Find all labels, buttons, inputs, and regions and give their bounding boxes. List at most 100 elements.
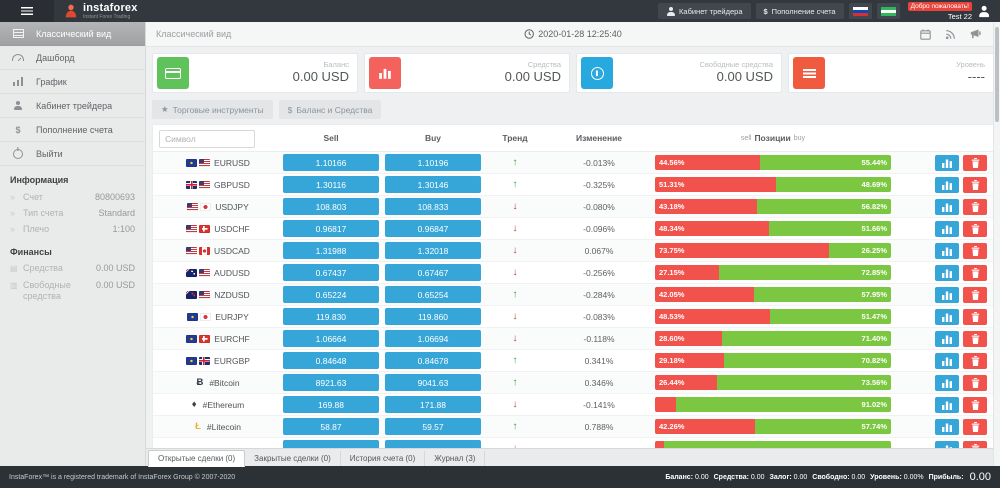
buy-price-button[interactable]: 108.833: [385, 198, 481, 215]
positions-bar: 91.02%: [655, 397, 891, 412]
remove-symbol-button[interactable]: [963, 441, 987, 449]
open-chart-button[interactable]: [935, 287, 959, 303]
open-chart-button[interactable]: [935, 331, 959, 347]
sidebar-item[interactable]: Кабинет трейдера: [0, 94, 145, 118]
power-icon: [0, 149, 36, 159]
chevron-right-icon: »: [10, 208, 23, 219]
sell-price-button[interactable]: 0.67437: [283, 264, 379, 281]
sell-price-button[interactable]: 1.31988: [283, 242, 379, 259]
buy-price-button[interactable]: 1.06694: [385, 330, 481, 347]
language-flag-button[interactable]: [877, 3, 900, 19]
remove-symbol-button[interactable]: [963, 199, 987, 215]
sell-price-button[interactable]: 1.10166: [283, 154, 379, 171]
sell-price-button[interactable]: 0.65224: [283, 286, 379, 303]
summary-card: Свободные средства 0.00 USD: [576, 53, 782, 93]
change-value: 0.341%: [549, 356, 649, 366]
remove-symbol-button[interactable]: [963, 331, 987, 347]
buy-price-button[interactable]: 0.67467: [385, 264, 481, 281]
open-chart-button[interactable]: [935, 309, 959, 325]
main-topbar: Классический вид 2020-01-28 12:25:40: [146, 22, 1000, 47]
remove-symbol-button[interactable]: [963, 375, 987, 391]
remove-symbol-button[interactable]: [963, 419, 987, 435]
bottom-tab[interactable]: Открытые сделки (0): [148, 450, 245, 467]
buy-price-button[interactable]: 9041.63: [385, 374, 481, 391]
quote-row: EURJPY 119.830 119.860 ↓ -0.083% 48.53% …: [153, 306, 993, 328]
remove-symbol-button[interactable]: [963, 265, 987, 281]
balance-funds-button[interactable]: $ Баланс и Средства: [279, 100, 382, 119]
buy-price-button[interactable]: 1.30146: [385, 176, 481, 193]
remove-symbol-button[interactable]: [963, 353, 987, 369]
sell-price-button[interactable]: 108.803: [283, 198, 379, 215]
sell-price-button[interactable]: 169.88: [283, 396, 379, 413]
bottom-tab[interactable]: Журнал (3): [425, 451, 485, 466]
change-value: 0.346%: [549, 378, 649, 388]
card-value: 0.00 USD: [619, 70, 773, 85]
buy-price-button[interactable]: 119.860: [385, 308, 481, 325]
open-chart-button[interactable]: [935, 177, 959, 193]
buy-price-button[interactable]: 171.88: [385, 396, 481, 413]
open-chart-button[interactable]: [935, 419, 959, 435]
sell-price-button[interactable]: 0.96817: [283, 220, 379, 237]
symbol-name: EURUSD: [214, 158, 250, 168]
open-chart-button[interactable]: [935, 397, 959, 413]
sell-price-button[interactable]: 119.830: [283, 308, 379, 325]
sidebar-item[interactable]: График: [0, 70, 145, 94]
bottom-tab[interactable]: История счета (0): [341, 451, 426, 466]
quote-row: ♦#Ethereum 169.88 171.88 ↓ -0.141% 91.02…: [153, 394, 993, 416]
trader-cabinet-button[interactable]: Кабинет трейдера: [658, 3, 750, 19]
bottom-tabs: Открытые сделки (0)Закрытые сделки (0)Ис…: [146, 448, 1000, 466]
sell-price-button[interactable]: 0.84648: [283, 352, 379, 369]
footer-stats: Баланс: 0.00Средства: 0.00Залог: 0.00Сво…: [665, 471, 991, 483]
scrollbar-thumb[interactable]: [995, 27, 999, 122]
open-chart-button[interactable]: [935, 221, 959, 237]
rss-icon[interactable]: [945, 29, 956, 40]
deposit-button[interactable]: $ Пополнение счета: [756, 3, 844, 19]
copyright: InstaForex™ is a registered trademark of…: [9, 474, 235, 481]
sidebar-item[interactable]: $ Пополнение счета: [0, 118, 145, 142]
buy-price-button[interactable]: 1.32018: [385, 242, 481, 259]
remove-symbol-button[interactable]: [963, 287, 987, 303]
sell-price-button[interactable]: 1.06664: [283, 330, 379, 347]
sidebar-item[interactable]: Классический вид: [0, 22, 145, 46]
trading-instruments-button[interactable]: ★ Торговые инструменты: [152, 100, 273, 119]
open-chart-button[interactable]: [935, 155, 959, 171]
buy-price-button[interactable]: 0.84678: [385, 352, 481, 369]
account-icon[interactable]: [978, 5, 989, 16]
remove-symbol-button[interactable]: [963, 221, 987, 237]
symbol-cell: Ƀ#Bitcoin: [159, 377, 277, 388]
bottom-tab[interactable]: Закрытые сделки (0): [245, 451, 341, 466]
calendar-icon[interactable]: [920, 29, 931, 40]
remove-symbol-button[interactable]: [963, 397, 987, 413]
eu-flag-icon: [186, 335, 197, 343]
open-chart-button[interactable]: [935, 265, 959, 281]
remove-symbol-button[interactable]: [963, 309, 987, 325]
remove-symbol-button[interactable]: [963, 243, 987, 259]
buy-price-button[interactable]: 59.57: [385, 418, 481, 435]
buy-price-button[interactable]: [385, 440, 481, 448]
us-flag-icon: [199, 181, 210, 189]
buy-price-button[interactable]: 0.96847: [385, 220, 481, 237]
megaphone-icon[interactable]: [970, 29, 982, 39]
sell-price-button[interactable]: 8921.63: [283, 374, 379, 391]
open-chart-button[interactable]: [935, 199, 959, 215]
vertical-scrollbar[interactable]: [993, 23, 1000, 466]
footer-stat: Залог: 0.00: [770, 474, 808, 481]
language-russian-button[interactable]: [849, 3, 872, 19]
sell-price-button[interactable]: [283, 440, 379, 448]
symbol-filter-input[interactable]: [159, 130, 255, 148]
menu-toggle-button[interactable]: [0, 0, 54, 22]
positions-bar: 29.18% 70.82%: [655, 353, 891, 368]
open-chart-button[interactable]: [935, 441, 959, 449]
sidebar-item[interactable]: Выйти: [0, 142, 145, 166]
brand-logo[interactable]: instaforex Instant Forex Trading: [54, 3, 147, 20]
buy-price-button[interactable]: 0.65254: [385, 286, 481, 303]
remove-symbol-button[interactable]: [963, 155, 987, 171]
buy-price-button[interactable]: 1.10196: [385, 154, 481, 171]
sidebar-item[interactable]: Дашборд: [0, 46, 145, 70]
open-chart-button[interactable]: [935, 353, 959, 369]
sell-price-button[interactable]: 1.30116: [283, 176, 379, 193]
open-chart-button[interactable]: [935, 375, 959, 391]
sell-price-button[interactable]: 58.87: [283, 418, 379, 435]
open-chart-button[interactable]: [935, 243, 959, 259]
remove-symbol-button[interactable]: [963, 177, 987, 193]
